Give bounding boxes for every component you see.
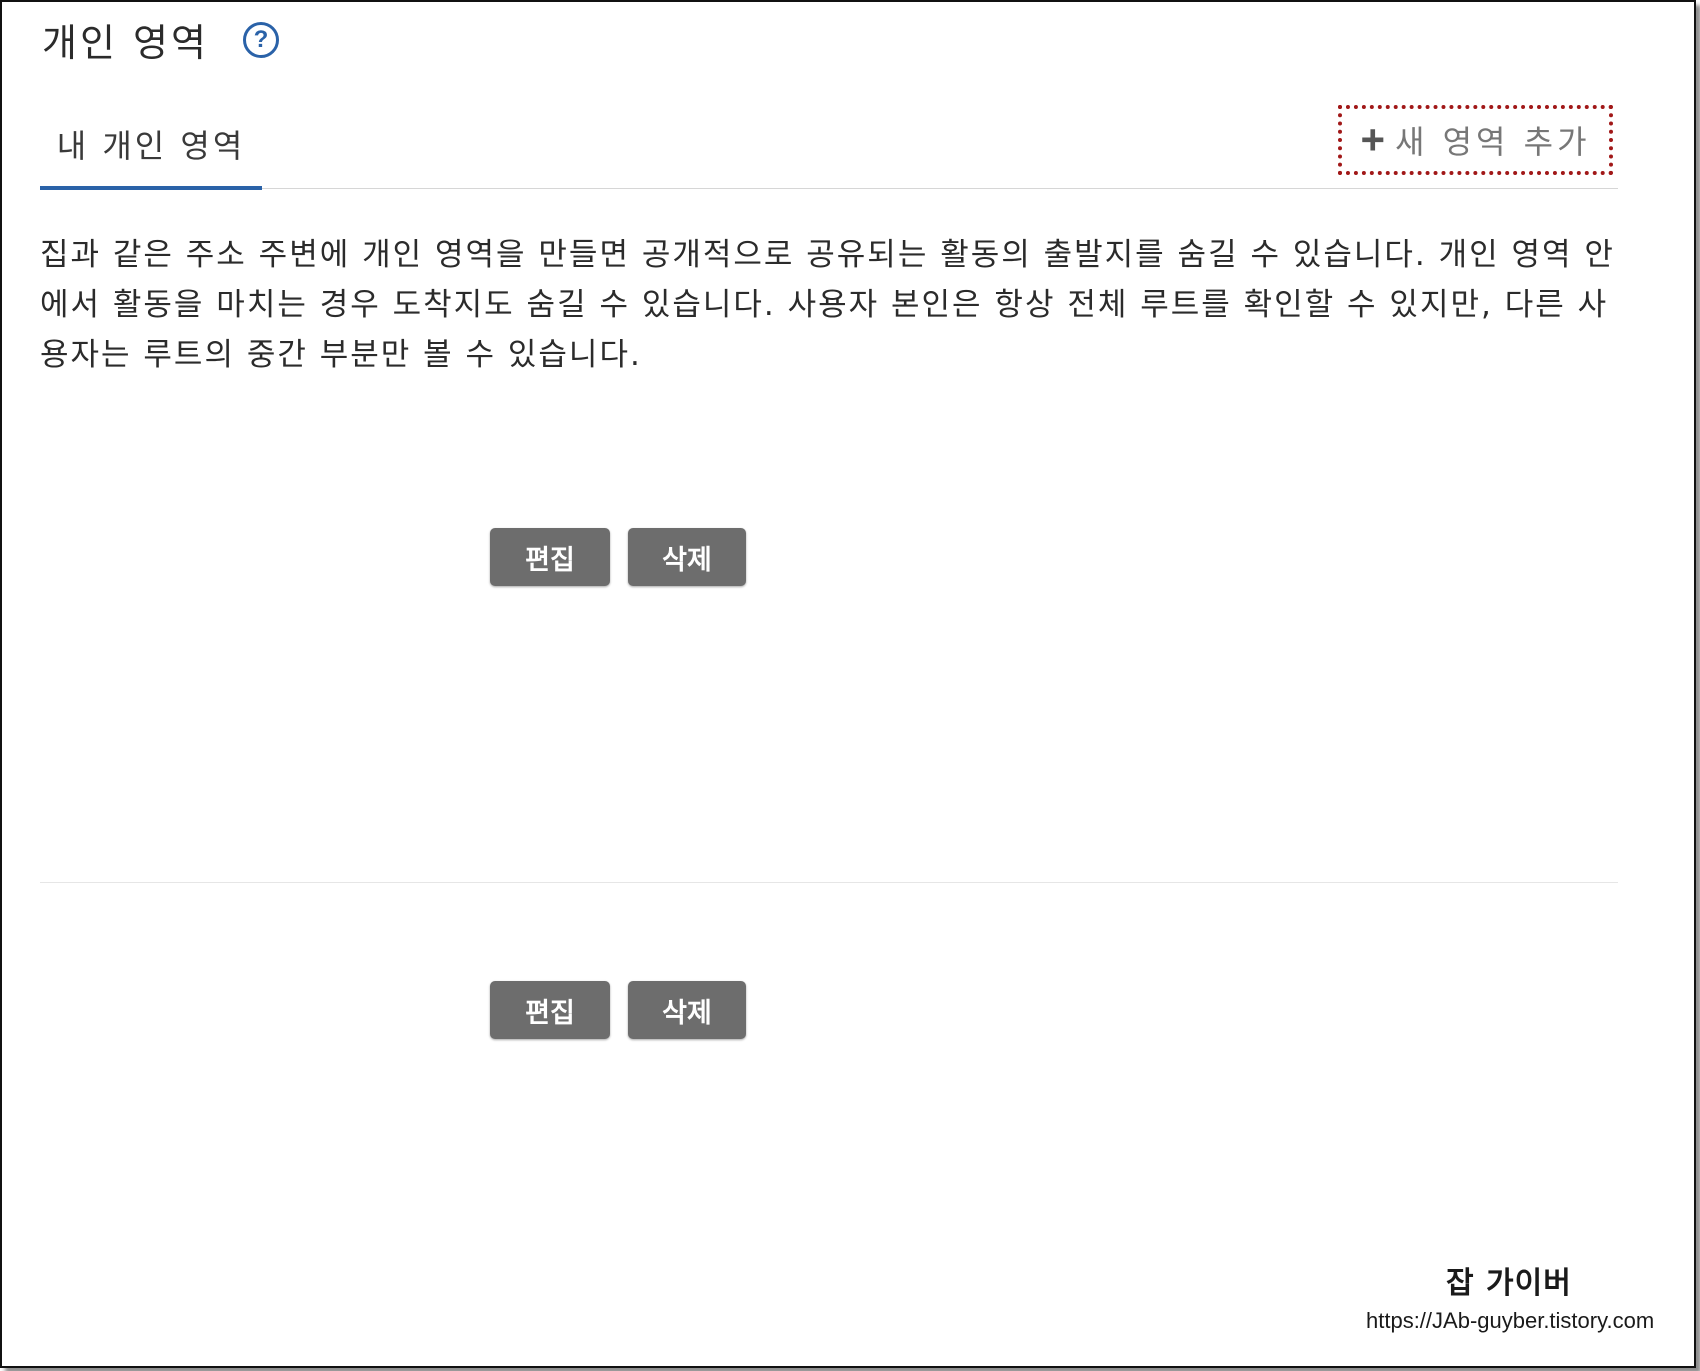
tab-bar: 내 개인 영역 + 새 영역 추가 xyxy=(40,102,1618,190)
tab-my-private-areas[interactable]: 내 개인 영역 xyxy=(40,102,262,190)
edit-button[interactable]: 편집 xyxy=(490,528,610,586)
area-divider xyxy=(40,882,1618,883)
area-item: 편집 삭제 xyxy=(490,528,746,586)
page-header: 개인 영역 ? xyxy=(42,12,279,67)
description-text: 집과 같은 주소 주변에 개인 영역을 만들면 공개적으로 공유되는 활동의 출… xyxy=(40,237,1615,373)
question-circle-icon[interactable]: ? xyxy=(242,21,279,58)
add-new-area-button[interactable]: + 새 영역 추가 xyxy=(1338,105,1613,175)
area-item: 편집 삭제 xyxy=(490,981,746,1039)
delete-button[interactable]: 삭제 xyxy=(628,528,746,586)
plus-icon: + xyxy=(1360,116,1385,163)
watermark-url: https://JAb-guyber.tistory.com xyxy=(1366,1308,1655,1333)
screenshot-frame: 개인 영역 ? 내 개인 영역 + 새 영역 추가 집과 같은 주소 주변에 개… xyxy=(0,0,1696,1368)
add-new-area-label: 새 영역 추가 xyxy=(1394,123,1591,161)
edit-button[interactable]: 편집 xyxy=(490,981,610,1039)
delete-button[interactable]: 삭제 xyxy=(628,981,746,1039)
watermark-name: 잡 가이버 xyxy=(1446,1266,1572,1301)
page-title: 개인 영역 xyxy=(42,21,209,65)
